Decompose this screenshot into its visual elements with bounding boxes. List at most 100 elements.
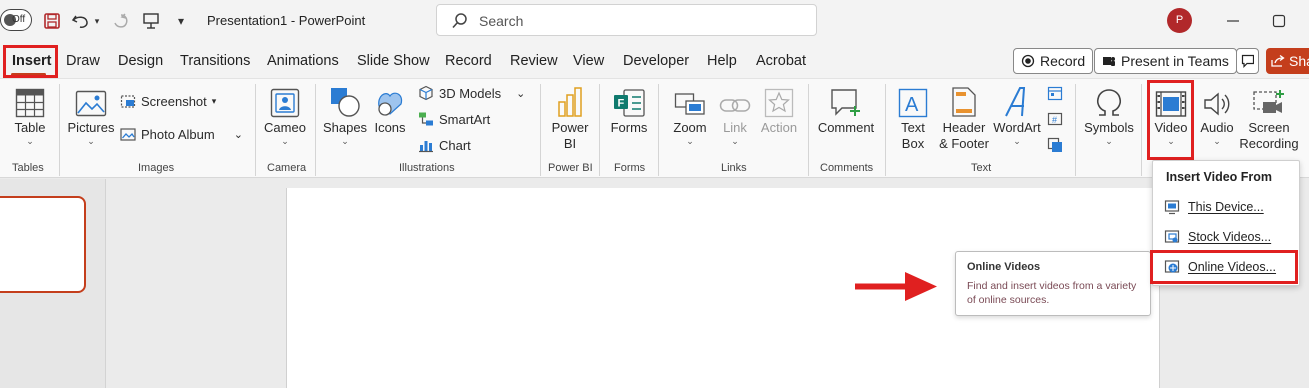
slide-number-button[interactable]: # — [1047, 111, 1063, 127]
wordart-icon — [993, 84, 1041, 118]
tab-help[interactable]: Help — [707, 53, 737, 69]
forms-icon: F — [606, 84, 652, 118]
comment-icon — [815, 84, 877, 118]
tab-draw[interactable]: Draw — [66, 53, 100, 69]
screenshot-button[interactable]: Screenshot ▾ — [120, 93, 216, 109]
comments-button[interactable] — [1236, 48, 1259, 74]
text-box-button[interactable]: A Text Box — [893, 84, 933, 152]
autosave-state: Off — [12, 14, 26, 25]
group-label-comments: Comments — [820, 162, 874, 174]
photo-album-chevron-icon: ⌄ — [233, 128, 243, 141]
smartart-button[interactable]: SmartArt — [418, 111, 490, 127]
chart-button[interactable]: Chart — [418, 137, 471, 153]
tab-transitions[interactable]: Transitions — [180, 53, 250, 69]
maximize-icon[interactable] — [1270, 12, 1288, 30]
table-button[interactable]: Table ⌄ — [8, 84, 52, 146]
power-bi-button[interactable]: Power BI — [547, 84, 593, 152]
screen-recording-button[interactable]: Screen Recording — [1238, 84, 1300, 152]
search-box[interactable] — [436, 4, 817, 36]
group-separator — [808, 84, 809, 176]
customize-toolbar-icon[interactable]: ▾ — [170, 10, 192, 32]
link-button[interactable]: Link ⌄ — [717, 84, 753, 146]
share-icon — [1271, 54, 1285, 67]
icons-button[interactable]: Icons — [372, 84, 408, 136]
tab-record[interactable]: Record — [445, 53, 492, 69]
icons-icon — [372, 84, 408, 118]
stock-video-icon — [1164, 230, 1180, 243]
online-videos-tooltip: Online Videos Find and insert videos fro… — [955, 251, 1151, 316]
record-button[interactable]: Record — [1013, 48, 1094, 74]
annotation-arrow-icon — [855, 272, 937, 301]
slide-number-icon: # — [1047, 112, 1063, 126]
photo-album-button[interactable]: Photo Album ⌄ — [120, 126, 243, 142]
shapes-label: Shapes — [322, 120, 368, 135]
cameo-button[interactable]: Cameo ⌄ — [262, 84, 308, 146]
teams-icon — [1103, 57, 1115, 66]
share-label: Sha — [1289, 53, 1309, 69]
audio-chevron-icon: ⌄ — [1213, 136, 1221, 146]
wordart-button[interactable]: WordArt ⌄ — [993, 84, 1041, 146]
present-in-teams-button[interactable]: Present in Teams — [1094, 48, 1237, 74]
menu-item-stock-videos[interactable]: Stock Videos... — [1164, 226, 1294, 248]
menu-item-this-device[interactable]: This Device... — [1164, 196, 1294, 218]
tab-developer[interactable]: Developer — [623, 53, 689, 69]
group-label-camera: Camera — [267, 162, 307, 174]
power-bi-label-2: BI — [563, 136, 577, 151]
object-button[interactable] — [1047, 137, 1063, 153]
symbols-button[interactable]: Symbols ⌄ — [1082, 84, 1136, 146]
date-time-button[interactable] — [1047, 85, 1063, 101]
autosave-toggle[interactable]: Off — [0, 9, 32, 31]
3d-models-button[interactable]: 3D Models ⌄ — [418, 85, 525, 101]
calendar-icon — [1047, 86, 1063, 101]
zoom-button[interactable]: Zoom ⌄ — [668, 84, 712, 146]
pictures-button[interactable]: Pictures ⌄ — [67, 84, 115, 146]
group-separator — [658, 84, 659, 176]
power-bi-icon — [547, 84, 593, 118]
menu-item-online-videos[interactable]: Online Videos... — [1164, 256, 1294, 278]
undo-icon[interactable] — [70, 10, 92, 32]
chart-icon — [419, 141, 433, 153]
action-star-icon — [758, 84, 800, 118]
share-button[interactable]: Sha — [1266, 48, 1309, 74]
audio-button[interactable]: Audio ⌄ — [1197, 84, 1237, 146]
minimize-icon[interactable] — [1224, 12, 1242, 30]
table-icon — [8, 84, 52, 118]
save-icon[interactable] — [41, 10, 63, 32]
smartart-icon — [419, 112, 433, 126]
table-label: Table — [14, 120, 46, 135]
tab-view[interactable]: View — [573, 53, 604, 69]
search-input[interactable] — [479, 11, 799, 31]
video-button[interactable]: Video ⌄ — [1149, 84, 1193, 146]
tab-design[interactable]: Design — [118, 53, 163, 69]
zoom-icon — [668, 84, 712, 118]
header-footer-button[interactable]: Header & Footer — [937, 84, 991, 152]
undo-dropdown-icon[interactable]: ▾ — [90, 10, 104, 32]
pictures-chevron-icon: ⌄ — [87, 136, 95, 146]
comment-button[interactable]: Comment — [815, 84, 877, 136]
insert-video-menu-header: Insert Video From — [1166, 170, 1273, 184]
link-label: Link — [723, 120, 747, 135]
insert-video-menu: Insert Video From This Device... Stock V… — [1152, 160, 1300, 286]
shapes-button[interactable]: Shapes ⌄ — [322, 84, 368, 146]
group-label-text: Text — [971, 162, 992, 174]
tab-slide-show[interactable]: Slide Show — [357, 53, 430, 69]
screenshot-label: Screenshot — [141, 93, 207, 109]
avatar[interactable]: P — [1167, 8, 1192, 33]
redo-icon[interactable] — [110, 10, 132, 32]
tab-insert[interactable]: Insert — [12, 53, 52, 69]
text-box-label-2: Box — [901, 136, 925, 151]
forms-button[interactable]: F Forms — [606, 84, 652, 136]
group-separator — [1141, 84, 1142, 176]
text-box-icon: A — [893, 84, 933, 118]
tab-acrobat[interactable]: Acrobat — [756, 53, 806, 69]
stock-videos-label: Stock Videos... — [1188, 230, 1272, 244]
action-button[interactable]: Action — [758, 84, 800, 136]
present-from-start-icon[interactable] — [140, 10, 162, 32]
online-videos-label: Online Videos... — [1188, 260, 1277, 274]
tab-animations[interactable]: Animations — [267, 53, 339, 69]
slide-thumbnail[interactable] — [0, 196, 86, 293]
this-device-label: This Device... — [1188, 200, 1264, 214]
tab-review[interactable]: Review — [510, 53, 558, 69]
icons-label: Icons — [374, 120, 406, 135]
photo-album-icon — [120, 128, 136, 141]
